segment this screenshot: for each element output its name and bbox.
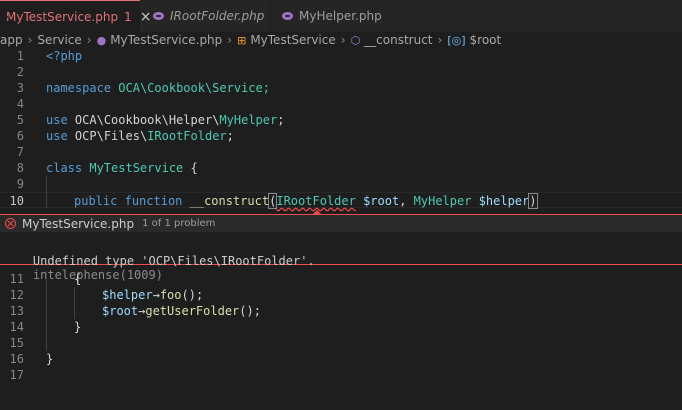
code-line: 3 namespace OCA\Cookbook\Service;	[16, 81, 270, 95]
problem-count-badge: 1	[124, 9, 132, 24]
breadcrumb-item-service[interactable]: Service	[37, 33, 81, 47]
indent-guide	[46, 271, 47, 351]
class-symbol-icon: ⊞	[237, 33, 247, 47]
breadcrumb-item-class[interactable]: MyTestService	[250, 33, 335, 47]
code-line: 16}	[9, 352, 54, 366]
problem-peek-header: MyTestService.php 1 of 1 problem	[0, 214, 682, 232]
breadcrumb-item-file[interactable]: MyTestService.php	[110, 33, 222, 47]
chevron-right-icon: ›	[227, 33, 233, 47]
breadcrumb-item-app[interactable]: app	[0, 33, 23, 47]
code-line: 11{	[9, 272, 82, 286]
code-line: 15	[9, 336, 24, 350]
problem-count: 1 of 1 problem	[142, 218, 216, 229]
breadcrumb: app › Service › ● MyTestService.php › ⊞ …	[0, 32, 682, 48]
chevron-right-icon: ›	[437, 33, 443, 47]
tab-mytestservice[interactable]: MyTestService.php 1 ×	[0, 0, 151, 32]
indent-guide	[46, 192, 47, 208]
indent-guide	[74, 287, 75, 319]
code-line: 6 use OCP\Files\IRootFolder;	[16, 129, 234, 143]
tab-label: MyHelper.php	[299, 9, 382, 23]
problem-file-name: MyTestService.php	[22, 216, 135, 231]
method-symbol-icon: ⬡	[350, 33, 361, 47]
chevron-right-icon: ›	[86, 33, 92, 47]
code-line: 13 $root→getUserFolder();	[9, 304, 261, 318]
code-editor[interactable]: 1 <?php 2 3 namespace OCA\Cookbook\Service…	[0, 48, 682, 215]
code-line: 17	[9, 368, 24, 382]
problem-message: Undefined type 'OCP\Files\IRootFolder'.	[32, 254, 315, 268]
breadcrumb-item-variable[interactable]: $root	[470, 33, 502, 47]
code-line: 2	[16, 65, 24, 79]
code-line: 4	[16, 97, 24, 111]
code-line: 12 $helper→foo();	[9, 288, 204, 302]
code-line: 1 <?php	[16, 49, 83, 63]
code-line: 14}	[9, 320, 82, 334]
editor-tab-bar: MyTestService.php 1 × IRootFolder.php My…	[0, 0, 682, 32]
variable-symbol-icon: [◎]	[447, 33, 466, 47]
breadcrumb-item-method[interactable]: __construct	[364, 33, 432, 47]
code-line: 7	[16, 145, 24, 159]
chevron-right-icon: ›	[340, 33, 346, 47]
chevron-right-icon: ›	[27, 33, 33, 47]
indent-guide	[46, 176, 47, 192]
problem-peek-body: Undefined type 'OCP\Files\IRootFolder'. …	[0, 232, 682, 282]
tab-irootfolder[interactable]: IRootFolder.php	[141, 0, 271, 32]
code-line: 5 use OCA\Cookbook\Helper\MyHelper;	[16, 113, 285, 127]
error-icon	[5, 218, 16, 229]
code-line: 8 class MyTestService {	[16, 161, 198, 175]
php-file-icon	[153, 12, 164, 20]
tab-label: IRootFolder.php	[170, 9, 265, 23]
php-file-icon	[282, 12, 293, 20]
code-line-current: 10 public function __construct(IRootFolde…	[0, 192, 682, 209]
tab-myhelper[interactable]: MyHelper.php	[272, 0, 390, 32]
code-line: 9	[16, 177, 24, 191]
error-squiggle[interactable]: IRootFolder	[276, 194, 355, 208]
php-file-icon: ●	[96, 33, 107, 47]
code-editor-lower[interactable]: 11{ 12 $helper→foo(); 13 $root→getUserFold…	[0, 271, 682, 410]
tab-label: MyTestService.php	[6, 9, 119, 24]
